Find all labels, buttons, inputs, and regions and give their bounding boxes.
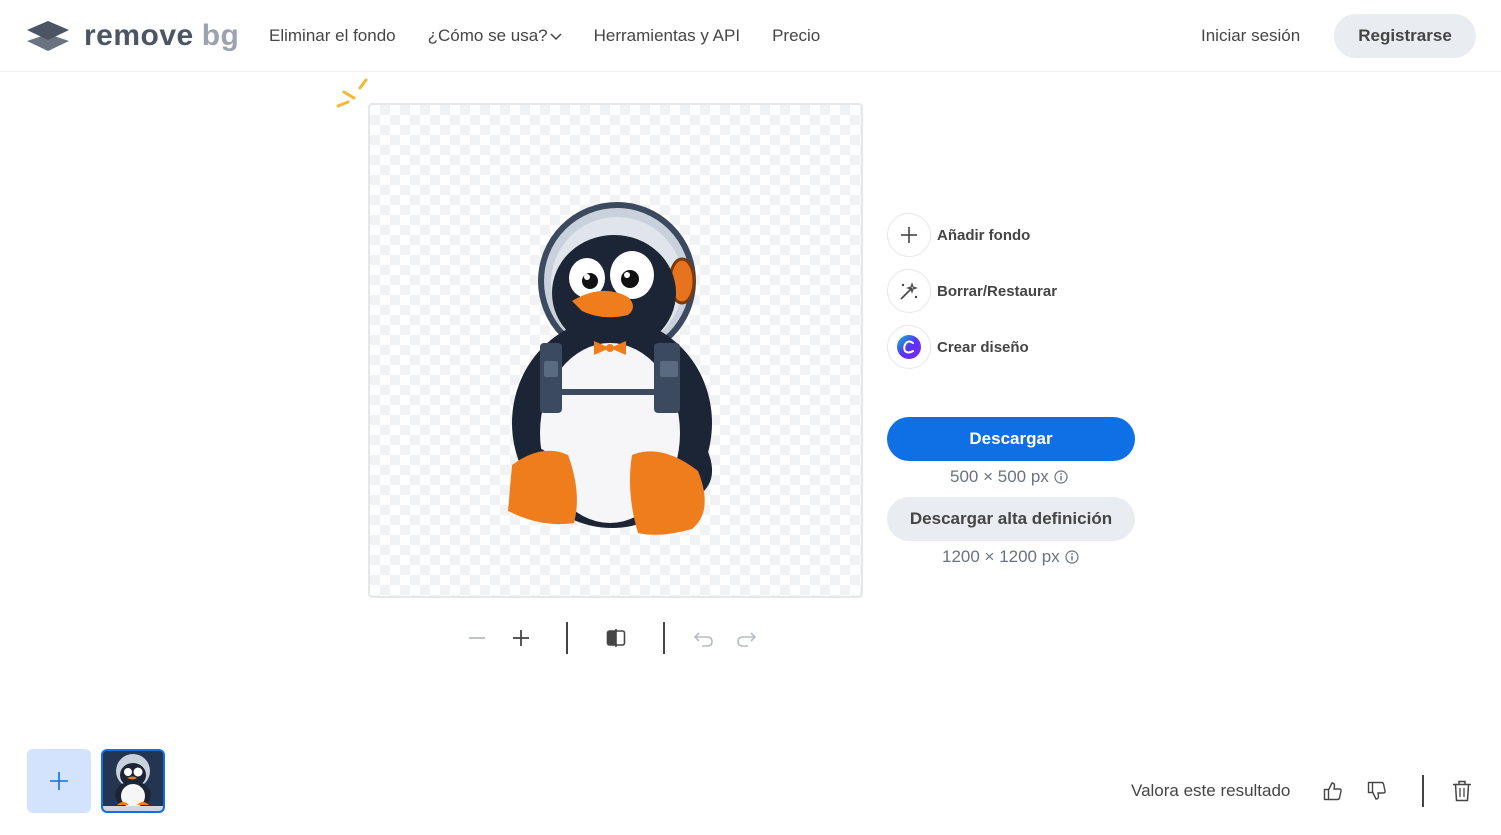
toolbar-divider bbox=[663, 622, 665, 654]
download-size-info: 500 × 500 px bbox=[950, 467, 1068, 487]
undo-icon bbox=[694, 632, 713, 647]
login-link[interactable]: Iniciar sesión bbox=[1201, 25, 1300, 47]
nav-remove-background[interactable]: Eliminar el fondo bbox=[269, 25, 396, 47]
rate-result-label: Valora este resultado bbox=[1131, 781, 1291, 800]
download-button[interactable]: Descargar bbox=[887, 417, 1135, 461]
logo-word-bg: bg bbox=[201, 19, 240, 52]
magic-brush-icon bbox=[900, 282, 918, 300]
download-hd-size-text: 1200 × 1200 px bbox=[942, 547, 1060, 566]
toolbar-divider bbox=[566, 622, 568, 654]
zoom-out-icon bbox=[469, 637, 485, 639]
create-design-action[interactable]: Crear diseño bbox=[887, 325, 1029, 369]
main-nav: Eliminar el fondo ¿Cómo se usa? Herramie… bbox=[269, 25, 852, 47]
download-hd-size-info: 1200 × 1200 px bbox=[942, 547, 1079, 567]
top-header: remove bg Eliminar el fondo ¿Cómo se usa?… bbox=[0, 0, 1501, 72]
compare-button[interactable] bbox=[602, 624, 630, 652]
image-thumbnail[interactable] bbox=[101, 749, 165, 813]
zoom-in-icon bbox=[513, 630, 529, 646]
thumbs-up-button[interactable] bbox=[1320, 778, 1346, 804]
zoom-out-button[interactable] bbox=[463, 624, 491, 652]
image-preview[interactable] bbox=[368, 103, 863, 598]
plus-icon bbox=[50, 772, 68, 790]
redo-button[interactable] bbox=[732, 624, 760, 652]
nav-how-to-use-label: ¿Cómo se usa? bbox=[427, 26, 548, 45]
thumbs-down-icon bbox=[1367, 781, 1386, 800]
footer-divider bbox=[1422, 775, 1424, 807]
create-design-label: Crear diseño bbox=[937, 338, 1029, 356]
download-hd-button[interactable]: Descargar alta definición bbox=[887, 497, 1135, 541]
compare-icon bbox=[606, 629, 626, 647]
zoom-in-button[interactable] bbox=[507, 624, 535, 652]
upload-new-image-button[interactable] bbox=[27, 749, 91, 813]
download-size-text: 500 × 500 px bbox=[950, 467, 1049, 486]
canva-icon bbox=[897, 335, 921, 359]
erase-restore-label: Borrar/Restaurar bbox=[937, 282, 1058, 300]
redo-icon bbox=[737, 632, 756, 647]
logo-word-remove: remove bbox=[84, 19, 194, 52]
info-icon[interactable] bbox=[1054, 470, 1068, 484]
add-background-label: Añadir fondo bbox=[937, 226, 1031, 244]
erase-restore-action[interactable]: Borrar/Restaurar bbox=[887, 269, 1057, 313]
penguin-astronaut-image bbox=[508, 202, 713, 535]
layers-logo-icon bbox=[27, 21, 69, 51]
chevron-down-icon bbox=[550, 32, 562, 40]
undo-button[interactable] bbox=[690, 624, 718, 652]
info-icon[interactable] bbox=[1065, 550, 1079, 564]
removebg-logo[interactable]: remove bg bbox=[26, 20, 239, 52]
nav-tools-api[interactable]: Herramientas y API bbox=[594, 25, 740, 47]
plus-icon bbox=[901, 227, 917, 243]
preview-toolbar bbox=[460, 620, 770, 656]
nav-how-to-use[interactable]: ¿Cómo se usa? bbox=[428, 25, 562, 47]
thumbs-down-button[interactable] bbox=[1364, 778, 1390, 804]
register-button[interactable]: Registrarse bbox=[1334, 14, 1476, 58]
nav-pricing[interactable]: Precio bbox=[772, 25, 820, 47]
penguin-thumbnail-image bbox=[103, 751, 163, 811]
thumbs-up-icon bbox=[1323, 782, 1342, 801]
add-background-action[interactable]: Añadir fondo bbox=[887, 213, 1030, 257]
delete-image-button[interactable] bbox=[1449, 778, 1475, 804]
trash-icon bbox=[1453, 780, 1471, 802]
